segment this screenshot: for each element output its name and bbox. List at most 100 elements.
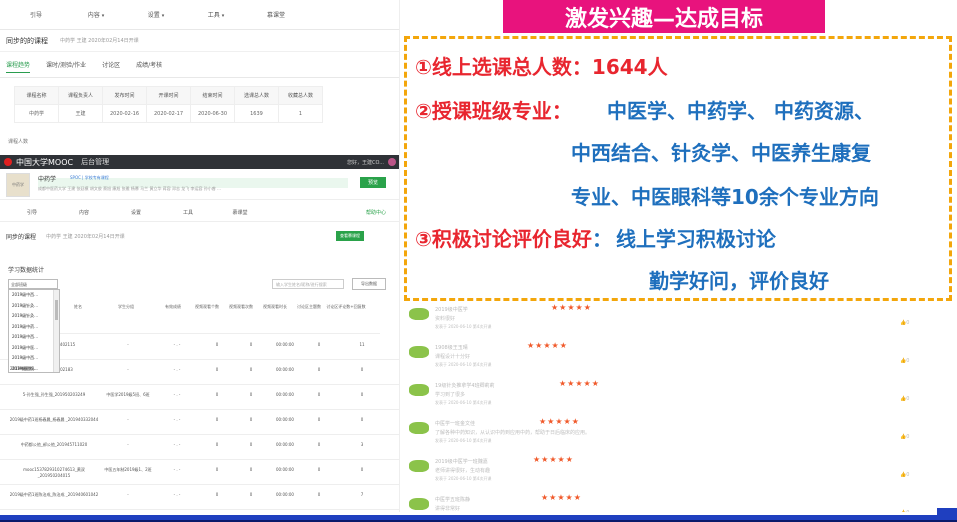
comment-author[interactable]: 19级针灸推拿学4班卿莉莉 bbox=[435, 382, 495, 389]
dropdown-option[interactable]: 2019中医学... bbox=[10, 366, 36, 372]
table-row[interactable]: 5-孙生强_孙生强_201950203249 中医学2019级5班、6班 - . -… bbox=[0, 384, 399, 410]
tab-discussion[interactable]: 讨论区 bbox=[102, 60, 120, 73]
avatar[interactable] bbox=[388, 158, 396, 166]
dropdown-scrollbar[interactable] bbox=[53, 290, 59, 372]
tab-grades[interactable]: 成绩/考核 bbox=[136, 60, 162, 73]
comment-text: 课程设计十分好 bbox=[435, 354, 471, 360]
table-cell: 0 bbox=[360, 392, 364, 397]
preview-button[interactable]: 预览 bbox=[360, 177, 386, 188]
table-cell: 3 bbox=[360, 442, 364, 447]
table-cell: 0 bbox=[249, 342, 253, 347]
avatar[interactable] bbox=[409, 460, 429, 472]
table-cell: 0 bbox=[317, 467, 321, 472]
comment-author[interactable]: 1908级王玉晴 bbox=[435, 344, 468, 351]
course-card: 中药学 中药学 SPOC | 学校专有课程 成都中医药大学 王建 张廷模 胡文俊… bbox=[0, 170, 399, 200]
bullet-3-line-1: 线上学习积极讨论 bbox=[615, 227, 776, 251]
table-cell: 2020-06-30 bbox=[190, 104, 235, 123]
student-search-input[interactable]: 输入学生姓名/昵称/进行搜索 bbox=[272, 279, 344, 289]
nav-item-content[interactable]: 内容 ▾ bbox=[66, 10, 126, 19]
avatar[interactable] bbox=[409, 384, 429, 396]
table-cell: 11 bbox=[359, 342, 365, 347]
like-count[interactable]: 👍0 bbox=[900, 358, 909, 364]
slide-title: 激发兴趣—达成目标 bbox=[503, 0, 825, 33]
tab-trend[interactable]: 课程趋势 bbox=[6, 60, 31, 73]
table-cell: 5-孙生强_孙生强_201950203249 bbox=[22, 392, 86, 397]
dropdown-option[interactable]: 2019级针灸... bbox=[9, 311, 59, 322]
nav-item-content[interactable]: 内容 bbox=[58, 209, 110, 216]
dropdown-option[interactable]: 2019级针灸... bbox=[9, 301, 59, 312]
table-header: 选课总人数 bbox=[234, 86, 279, 105]
comment-author[interactable]: 中医学五班陈静 bbox=[435, 496, 470, 503]
nav-item-guide[interactable]: 引导 bbox=[6, 10, 66, 19]
like-count[interactable]: 👍0 bbox=[900, 396, 909, 402]
comment-date: 发表于 2020-06-10 第4次开课 bbox=[435, 438, 492, 443]
comment-author[interactable]: 2019级中医学一班魏嘉 bbox=[435, 458, 488, 465]
scrollbar-thumb[interactable] bbox=[55, 300, 58, 320]
table-cell: 2019级中药1班杨春晨_杨春晨 _201940332044 bbox=[9, 417, 99, 422]
like-count[interactable]: 👍0 bbox=[900, 434, 909, 440]
table-cell: 0 bbox=[317, 417, 321, 422]
like-count[interactable]: 👍0 bbox=[900, 510, 909, 512]
table-cell: 王建 bbox=[58, 104, 103, 123]
nav-item-settings[interactable]: 设置 ▾ bbox=[126, 10, 186, 19]
bullet-2-line-2: 中西结合、针灸学、中医养生康复 bbox=[571, 141, 871, 165]
course-thumbnail[interactable]: 中药学 bbox=[6, 173, 30, 197]
bullet-3-line-2: 勤学好问，评价良好 bbox=[649, 269, 829, 293]
table-row[interactable]: 中药都公他_郝公他_201945711020 - - . - 0 0 00:00:00 0 3 bbox=[0, 434, 399, 460]
dropdown-option[interactable]: 2019级中西... bbox=[9, 290, 59, 301]
table-row[interactable]: mooc1537829310274613_黄双 _201950204015 中医五… bbox=[0, 459, 399, 485]
dropdown-option[interactable]: 2019级中药... bbox=[9, 322, 59, 333]
table-cell: 中药都公他_郝公他_201945711020 bbox=[20, 442, 88, 447]
course-teachers: 成都中医药大学 王建 张廷模 胡文俊 蔡旭 康旭 张雅 杨慕 马兰 黄立华 蒋容… bbox=[38, 186, 221, 191]
dropdown-option[interactable]: 2019级中西... bbox=[9, 332, 59, 343]
dropdown-option[interactable]: 2019级中医... bbox=[9, 343, 59, 354]
table-row[interactable]: ...._201950402183-- . -0000:00:0000 bbox=[0, 359, 399, 385]
like-count[interactable]: 👍0 bbox=[900, 320, 909, 326]
table-header: 讨论区主题数 bbox=[297, 304, 321, 309]
tab-quizzes[interactable]: 课时/测验/作业 bbox=[46, 60, 86, 73]
comment-author[interactable]: 2019级中医学 bbox=[435, 306, 468, 313]
like-count[interactable]: 👍0 bbox=[900, 472, 909, 478]
nav-item-tools[interactable]: 工具 bbox=[162, 209, 214, 216]
table-header: 课程负责人 bbox=[58, 86, 103, 105]
class-select[interactable]: 全部班级 bbox=[8, 279, 58, 289]
table-row[interactable]: ...迅捷录_魏涛 402115-- . -0000:00:00011 bbox=[0, 334, 399, 360]
nav-item-tools[interactable]: 工具 ▾ bbox=[186, 10, 246, 19]
comment-item: 中医学五班陈静 ★★★★★ 讲得非常好 👍0 bbox=[403, 490, 943, 512]
table-cell: 0 bbox=[317, 492, 321, 497]
avatar[interactable] bbox=[409, 422, 429, 434]
top-nav: 引导 内容 ▾ 设置 ▾ 工具 ▾ 慕课堂 bbox=[0, 0, 399, 30]
avatar[interactable] bbox=[409, 498, 429, 510]
comment-date: 发表于 2020-06-10 第4次开课 bbox=[435, 400, 492, 405]
nav-item-mooc-class[interactable]: 慕课堂 bbox=[214, 209, 266, 216]
sub-nav: 引导 内容 设置 工具 慕课堂 帮助中心 bbox=[0, 204, 399, 222]
star-rating: ★★★★★ bbox=[533, 455, 574, 464]
dropdown-option[interactable]: 2019级中西... bbox=[9, 353, 59, 364]
course-header-2: 同步的课程 中药学 王建 2020年02月14日开课 查看慕课程 bbox=[0, 228, 399, 244]
comment-item: 中医学一班金文佳 ★★★★★ 了解各种中药知识，从认识中药到应用中药，帮助于日后临床… bbox=[403, 414, 943, 454]
table-row[interactable]: 2019级中药1班杨春晨_杨春晨 _201940332044- - . -0 0 00… bbox=[0, 409, 399, 435]
nav-item-mooc-class[interactable]: 慕课堂 bbox=[246, 10, 306, 19]
mooc-brand[interactable]: 中国大学MOOC bbox=[16, 157, 73, 168]
table-cell: 00:00:00 bbox=[276, 392, 294, 397]
table-cell: - . - bbox=[173, 417, 181, 422]
comment-date: 发表于 2020-06-10 第4次开课 bbox=[435, 362, 492, 367]
avatar[interactable] bbox=[409, 308, 429, 320]
learning-table-header: 姓名 学生分组 有效成绩 视频观看个数 视频观看次数 视频观看时长 讨论区主题数… bbox=[60, 298, 380, 334]
user-menu[interactable]: 您好，王建CO... bbox=[347, 159, 384, 166]
avatar[interactable] bbox=[409, 346, 429, 358]
comment-text: 了解各种中药知识，从认识中药到应用中药，帮助于日后临床的应用。 bbox=[435, 430, 591, 436]
comment-item: 19级针灸推拿学4班卿莉莉 ★★★★★ 学习到了很多 发表于 2020-06-10 第… bbox=[403, 376, 943, 416]
help-center-link[interactable]: 帮助中心 bbox=[366, 209, 386, 216]
course-name[interactable]: 中药学 bbox=[38, 174, 56, 183]
comment-author[interactable]: 中医学一班金文佳 bbox=[435, 420, 475, 427]
export-data-button[interactable]: 导出数据 bbox=[352, 278, 386, 290]
chevron-down-icon: ▾ bbox=[101, 13, 105, 19]
table-cell: 0 bbox=[215, 392, 219, 397]
nav-item-guide[interactable]: 引导 bbox=[6, 209, 58, 216]
nav-item-settings[interactable]: 设置 bbox=[110, 209, 162, 216]
table-cell: 中医学2019级5班、6班 bbox=[106, 392, 150, 397]
table-row[interactable]: 2019级中药1班陈治成_陈治成 _201940601042- - . -0 0 00… bbox=[0, 484, 399, 510]
view-course-button[interactable]: 查看慕课程 bbox=[336, 231, 364, 241]
table-header: 开课时间 bbox=[146, 86, 191, 105]
